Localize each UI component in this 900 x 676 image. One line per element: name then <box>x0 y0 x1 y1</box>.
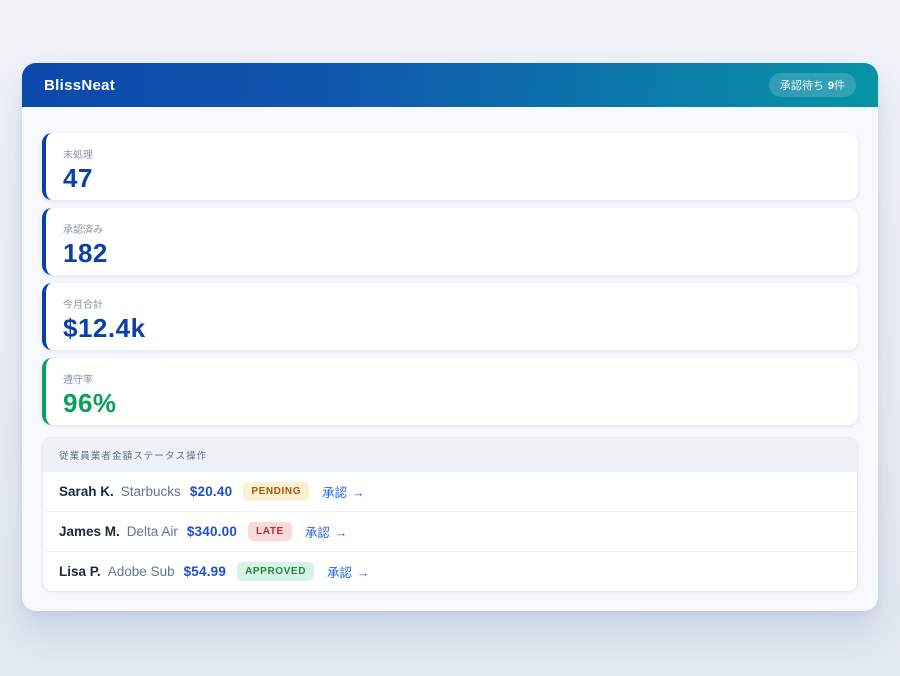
app-header: BlissNeat 承認待ち9件 <box>22 63 878 107</box>
stat-label: 今月合計 <box>63 296 841 311</box>
stat-label: 遵守率 <box>63 371 841 386</box>
employee-name: James M. <box>59 524 120 539</box>
main-panel: BlissNeat 承認待ち9件 未処理 47 承認済み 182 今月合計 $1… <box>22 63 878 611</box>
stat-card-approved: 承認済み 182 <box>42 208 858 275</box>
approve-link[interactable]: 承認→ <box>305 522 348 541</box>
table-row: James M. Delta Air $340.00 LATE 承認→ <box>43 511 857 551</box>
employee-name: Sarah K. <box>59 484 114 499</box>
stat-value: 96% <box>63 390 841 417</box>
status-badge: APPROVED <box>237 562 314 581</box>
stat-value: 47 <box>63 165 841 192</box>
table-row: Lisa P. Adobe Sub $54.99 APPROVED 承認→ <box>43 551 857 591</box>
status-badge: PENDING <box>243 482 309 501</box>
app-title: BlissNeat <box>44 77 115 94</box>
pending-count-label: 承認待ち <box>780 80 824 92</box>
stat-value: $12.4k <box>63 315 841 342</box>
vendor-name: Starbucks <box>121 484 181 499</box>
stat-label: 承認済み <box>63 221 841 236</box>
approve-link[interactable]: 承認→ <box>327 562 370 581</box>
stat-value: 182 <box>63 240 841 267</box>
vendor-name: Adobe Sub <box>108 564 175 579</box>
stat-label: 未処理 <box>63 146 841 161</box>
arrow-right-icon: → <box>335 526 348 540</box>
stat-card-unprocessed: 未処理 47 <box>42 133 858 200</box>
table-row: Sarah K. Starbucks $20.40 PENDING 承認→ <box>43 471 857 511</box>
amount: $54.99 <box>184 564 227 579</box>
employee-name: Lisa P. <box>59 564 101 579</box>
approvals-table: 従業員業者金額ステータス操作 Sarah K. Starbucks $20.40… <box>42 437 858 592</box>
panel-body: 未処理 47 承認済み 182 今月合計 $12.4k 遵守率 96% 従業員業… <box>22 107 878 611</box>
amount: $20.40 <box>190 484 233 499</box>
approve-link[interactable]: 承認→ <box>322 482 365 501</box>
pending-count-badge: 承認待ち9件 <box>769 73 856 97</box>
vendor-name: Delta Air <box>127 524 178 539</box>
pending-count-unit: 件 <box>834 80 845 92</box>
stat-card-compliance: 遵守率 96% <box>42 358 858 425</box>
amount: $340.00 <box>187 524 237 539</box>
arrow-right-icon: → <box>357 566 370 580</box>
stat-card-month-total: 今月合計 $12.4k <box>42 283 858 350</box>
table-header: 従業員業者金額ステータス操作 <box>43 438 857 471</box>
arrow-right-icon: → <box>352 486 365 500</box>
status-badge: LATE <box>248 522 292 541</box>
